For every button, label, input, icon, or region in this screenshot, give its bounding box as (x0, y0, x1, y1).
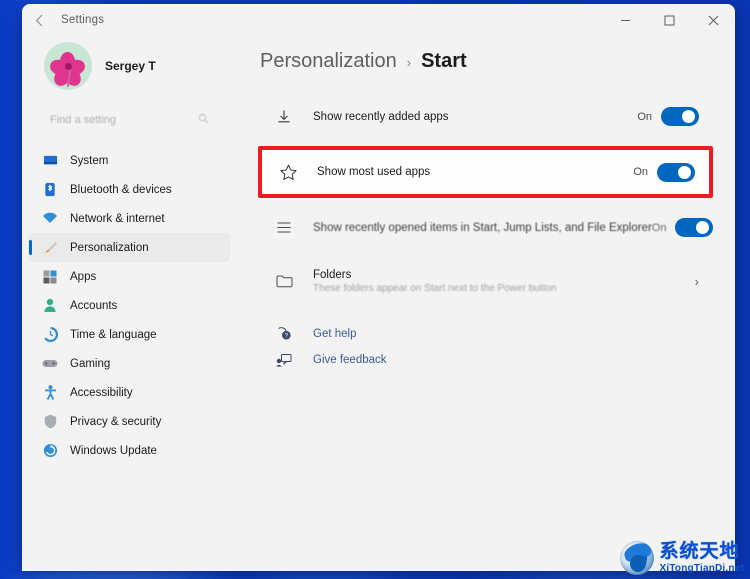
toggle-recently-added-apps[interactable] (661, 107, 699, 126)
list-icon (274, 221, 294, 234)
sidebar-item-label: System (70, 154, 109, 167)
chevron-left-icon (35, 14, 42, 26)
watermark-english-text: XiTongTianDi.net (659, 563, 744, 574)
bluetooth-icon (42, 182, 58, 198)
minimize-icon (620, 19, 630, 21)
download-icon (274, 109, 294, 125)
toggle-state-label: On (633, 166, 648, 178)
window-controls (603, 4, 735, 36)
globe-logo-icon (619, 541, 654, 575)
setting-control: On (637, 107, 699, 126)
account-block[interactable]: Sergey T (22, 36, 230, 98)
sidebar-item-time-language[interactable]: Time & language (28, 320, 230, 349)
setting-control: On (652, 218, 714, 237)
back-button[interactable] (22, 5, 56, 35)
gaming-icon (42, 356, 58, 372)
setting-label: Folders (313, 268, 352, 281)
sidebar-item-bluetooth-devices[interactable]: Bluetooth & devices (28, 175, 230, 204)
maximize-icon (664, 15, 674, 25)
search-icon (198, 113, 209, 127)
setting-sublabel: These folders appear on Start next to th… (313, 282, 557, 294)
chevron-right-icon[interactable]: › (695, 274, 699, 289)
window-body: Sergey T Find a setting System Bluetooth… (22, 36, 735, 571)
help-icon: ? (274, 327, 294, 341)
sidebar-item-accounts[interactable]: Accounts (28, 291, 230, 320)
watermark-chinese-text: 系统天地 (659, 541, 740, 562)
toggle-state-label: On (637, 110, 652, 123)
sidebar-item-apps[interactable]: Apps (28, 262, 230, 291)
shield-icon (42, 414, 58, 430)
account-name: Sergey T (105, 59, 156, 73)
avatar (44, 42, 92, 90)
settings-window: Settings Sergey T Find a setting System … (22, 4, 735, 571)
sidebar-item-system[interactable]: System (28, 146, 230, 175)
watermark-text: 系统天地 XiTongTianDi.net (660, 542, 745, 574)
breadcrumb: Personalization › Start (258, 50, 713, 73)
accessibility-icon (42, 385, 58, 401)
setting-row-folders[interactable]: Folders These folders appear on Start ne… (258, 257, 713, 305)
toggle-state-label: On (651, 221, 667, 234)
sidebar-item-label: Personalization (70, 241, 149, 254)
titlebar: Settings (22, 4, 735, 36)
page-title: Start (421, 50, 467, 72)
sidebar-item-label: Accounts (70, 299, 118, 312)
apps-icon (42, 269, 58, 285)
setting-row-recently-added-apps[interactable]: Show recently added apps On (258, 95, 713, 138)
network-icon (42, 211, 58, 227)
help-links: ? Get help Give feedback (258, 321, 713, 373)
sidebar-item-personalization[interactable]: Personalization (28, 233, 230, 262)
folder-icon (274, 274, 294, 288)
toggle-recently-opened-items[interactable] (675, 218, 714, 237)
give-feedback-link[interactable]: Give feedback (258, 347, 713, 373)
sidebar-item-label: Gaming (70, 357, 111, 370)
setting-row-recently-opened-items[interactable]: Show recently opened items in Start, Jum… (258, 206, 714, 249)
get-help-link[interactable]: ? Get help (258, 321, 713, 347)
setting-label: Show most used apps (317, 166, 431, 178)
sidebar-item-windows-update[interactable]: Windows Update (28, 436, 230, 465)
titlebar-title: Settings (61, 14, 105, 26)
maximize-button[interactable] (647, 4, 691, 36)
search-box[interactable] (42, 106, 217, 134)
sidebar-item-network-internet[interactable]: Network & internet (28, 204, 230, 233)
setting-label: Show recently added apps (313, 110, 449, 123)
toggle-most-used-apps[interactable] (657, 162, 695, 182)
breadcrumb-parent-link[interactable]: Personalization (260, 50, 397, 73)
site-watermark: 系统天地 XiTongTianDi.net (619, 541, 745, 575)
link-label: Give feedback (313, 354, 387, 366)
star-icon (278, 164, 298, 181)
close-button[interactable] (691, 4, 735, 36)
sidebar-item-label: Privacy & security (70, 415, 162, 428)
sidebar-item-label: Network & internet (70, 212, 165, 225)
sidebar-item-label: Apps (70, 270, 97, 283)
link-label: Get help (313, 328, 357, 340)
sidebar: Sergey T Find a setting System Bluetooth… (22, 36, 240, 571)
personalization-icon (42, 240, 58, 256)
setting-label: Show recently opened items in Start, Jum… (313, 221, 652, 234)
sidebar-item-label: Windows Update (70, 444, 157, 457)
sidebar-item-label: Bluetooth & devices (70, 183, 172, 196)
highlight-annotation-box: Show most used apps On (258, 146, 713, 198)
feedback-icon (274, 353, 294, 367)
sidebar-item-gaming[interactable]: Gaming (28, 349, 230, 378)
windows-update-icon (42, 443, 58, 459)
sidebar-item-privacy-security[interactable]: Privacy & security (28, 407, 230, 436)
sidebar-item-label: Accessibility (70, 386, 133, 399)
content-pane: Personalization › Start Show recently ad… (240, 36, 735, 571)
system-icon (42, 153, 58, 169)
close-icon (708, 15, 718, 25)
sidebar-nav-list: System Bluetooth & devices Network & int… (22, 146, 230, 465)
search-input[interactable] (50, 114, 198, 126)
minimize-button[interactable] (603, 4, 647, 36)
breadcrumb-separator-icon: › (406, 55, 412, 70)
setting-control: On (633, 162, 695, 182)
sidebar-item-label: Time & language (70, 328, 157, 341)
time-language-icon (42, 327, 58, 343)
sidebar-item-accessibility[interactable]: Accessibility (28, 378, 230, 407)
folders-text-block: Folders These folders appear on Start ne… (313, 269, 556, 294)
accounts-icon (42, 298, 58, 314)
